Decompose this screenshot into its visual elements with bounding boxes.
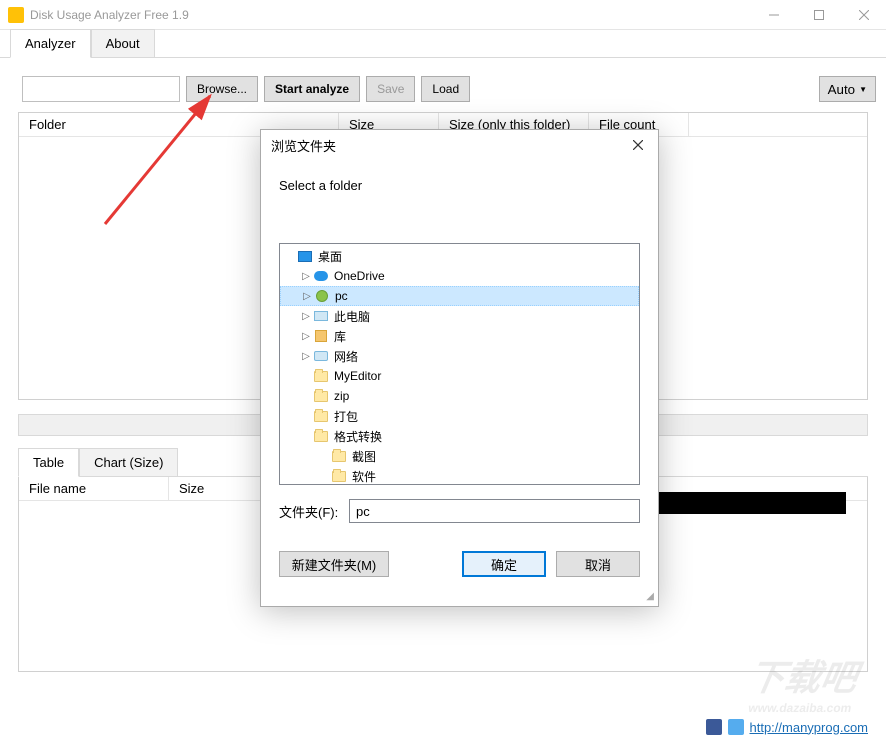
tree-item-5[interactable]: ▷ 网络 [280, 346, 639, 366]
tree-item-4[interactable]: ▷库 [280, 326, 639, 346]
toolbar: Browse... Start analyze Save Load Auto ▼ [0, 58, 886, 112]
tree-item-7[interactable]: ▷zip [280, 386, 639, 406]
tree-item-label: pc [335, 289, 348, 303]
maximize-button[interactable] [796, 0, 841, 30]
folder-name-input[interactable] [349, 499, 640, 523]
tree-item-label: 打包 [334, 408, 358, 425]
window-title: Disk Usage Analyzer Free 1.9 [30, 8, 751, 22]
footer: http://manyprog.com [706, 719, 869, 735]
folder-icon [312, 408, 330, 424]
folder-icon [312, 368, 330, 384]
tab-analyzer[interactable]: Analyzer [10, 29, 91, 58]
dialog-close-button[interactable] [628, 138, 648, 153]
folder-icon [330, 448, 348, 464]
browse-folder-dialog: 浏览文件夹 Select a folder ▷桌面▷OneDrive▷pc▷此电… [260, 129, 659, 607]
app-icon [8, 7, 24, 23]
tree-item-label: 桌面 [318, 248, 342, 265]
ok-button[interactable]: 确定 [462, 551, 546, 577]
resize-grip[interactable]: ◢ [646, 591, 654, 602]
tree-item-label: 库 [334, 328, 346, 345]
folder-tree[interactable]: ▷桌面▷OneDrive▷pc▷此电脑▷库▷网络▷MyEditor▷zip▷打包… [279, 243, 640, 485]
load-button[interactable]: Load [421, 76, 470, 102]
path-input[interactable] [22, 76, 180, 102]
tree-item-10[interactable]: ▷截图 [280, 446, 639, 466]
close-button[interactable] [841, 0, 886, 30]
tree-item-3[interactable]: ▷ 此电脑 [280, 306, 639, 326]
tab-table[interactable]: Table [18, 448, 79, 477]
tree-item-label: MyEditor [334, 369, 381, 383]
desktop-icon [296, 248, 314, 264]
tree-item-label: 格式转换 [334, 428, 382, 445]
tab-about[interactable]: About [91, 29, 155, 57]
expander-icon[interactable]: ▷ [300, 271, 312, 282]
folder-icon [330, 468, 348, 484]
tab-chart[interactable]: Chart (Size) [79, 448, 178, 476]
tree-item-6[interactable]: ▷MyEditor [280, 366, 639, 386]
tree-item-label: 网络 [334, 348, 358, 365]
browse-button[interactable]: Browse... [186, 76, 258, 102]
user-icon [313, 288, 331, 304]
pc-icon [312, 308, 330, 324]
expander-icon[interactable]: ▷ [300, 331, 312, 342]
folder-field-label: 文件夹(F): [279, 502, 349, 521]
tree-item-1[interactable]: ▷ OneDrive [280, 266, 639, 286]
lib-icon [312, 328, 330, 344]
col-filename[interactable]: File name [19, 477, 169, 500]
save-button[interactable]: Save [366, 76, 415, 102]
folder-icon [312, 388, 330, 404]
net-icon [312, 348, 330, 364]
auto-label: Auto [828, 82, 855, 97]
tree-item-11[interactable]: ▷软件 [280, 466, 639, 485]
tree-item-2[interactable]: ▷ pc [280, 286, 639, 306]
minimize-button[interactable] [751, 0, 796, 30]
new-folder-button[interactable]: 新建文件夹(M) [279, 551, 389, 577]
twitter-icon[interactable] [728, 719, 744, 735]
dialog-title-bar[interactable]: 浏览文件夹 [261, 130, 658, 160]
cancel-button[interactable]: 取消 [556, 551, 640, 577]
title-bar: Disk Usage Analyzer Free 1.9 [0, 0, 886, 30]
tree-item-label: 软件 [352, 468, 376, 485]
col-fsize[interactable]: Size [169, 477, 269, 500]
tree-item-label: 截图 [352, 448, 376, 465]
caret-down-icon: ▼ [859, 85, 867, 94]
expander-icon[interactable]: ▷ [301, 291, 313, 302]
expander-icon[interactable]: ▷ [300, 311, 312, 322]
start-analyze-button[interactable]: Start analyze [264, 76, 360, 102]
tree-item-0[interactable]: ▷桌面 [280, 246, 639, 266]
tree-item-9[interactable]: ▷格式转换 [280, 426, 639, 446]
dialog-prompt: Select a folder [279, 178, 640, 193]
auto-dropdown[interactable]: Auto ▼ [819, 76, 876, 102]
tree-item-label: zip [334, 389, 349, 403]
dialog-title: 浏览文件夹 [271, 136, 336, 155]
redacted-block [646, 492, 846, 514]
expander-icon[interactable]: ▷ [300, 351, 312, 362]
folder-icon [312, 428, 330, 444]
tree-item-8[interactable]: ▷打包 [280, 406, 639, 426]
onedrive-icon [312, 268, 330, 284]
main-tabs: Analyzer About [0, 30, 886, 58]
tree-item-label: OneDrive [334, 269, 385, 283]
tree-item-label: 此电脑 [334, 308, 370, 325]
footer-link[interactable]: http://manyprog.com [750, 720, 869, 735]
window-controls [751, 0, 886, 30]
facebook-icon[interactable] [706, 719, 722, 735]
